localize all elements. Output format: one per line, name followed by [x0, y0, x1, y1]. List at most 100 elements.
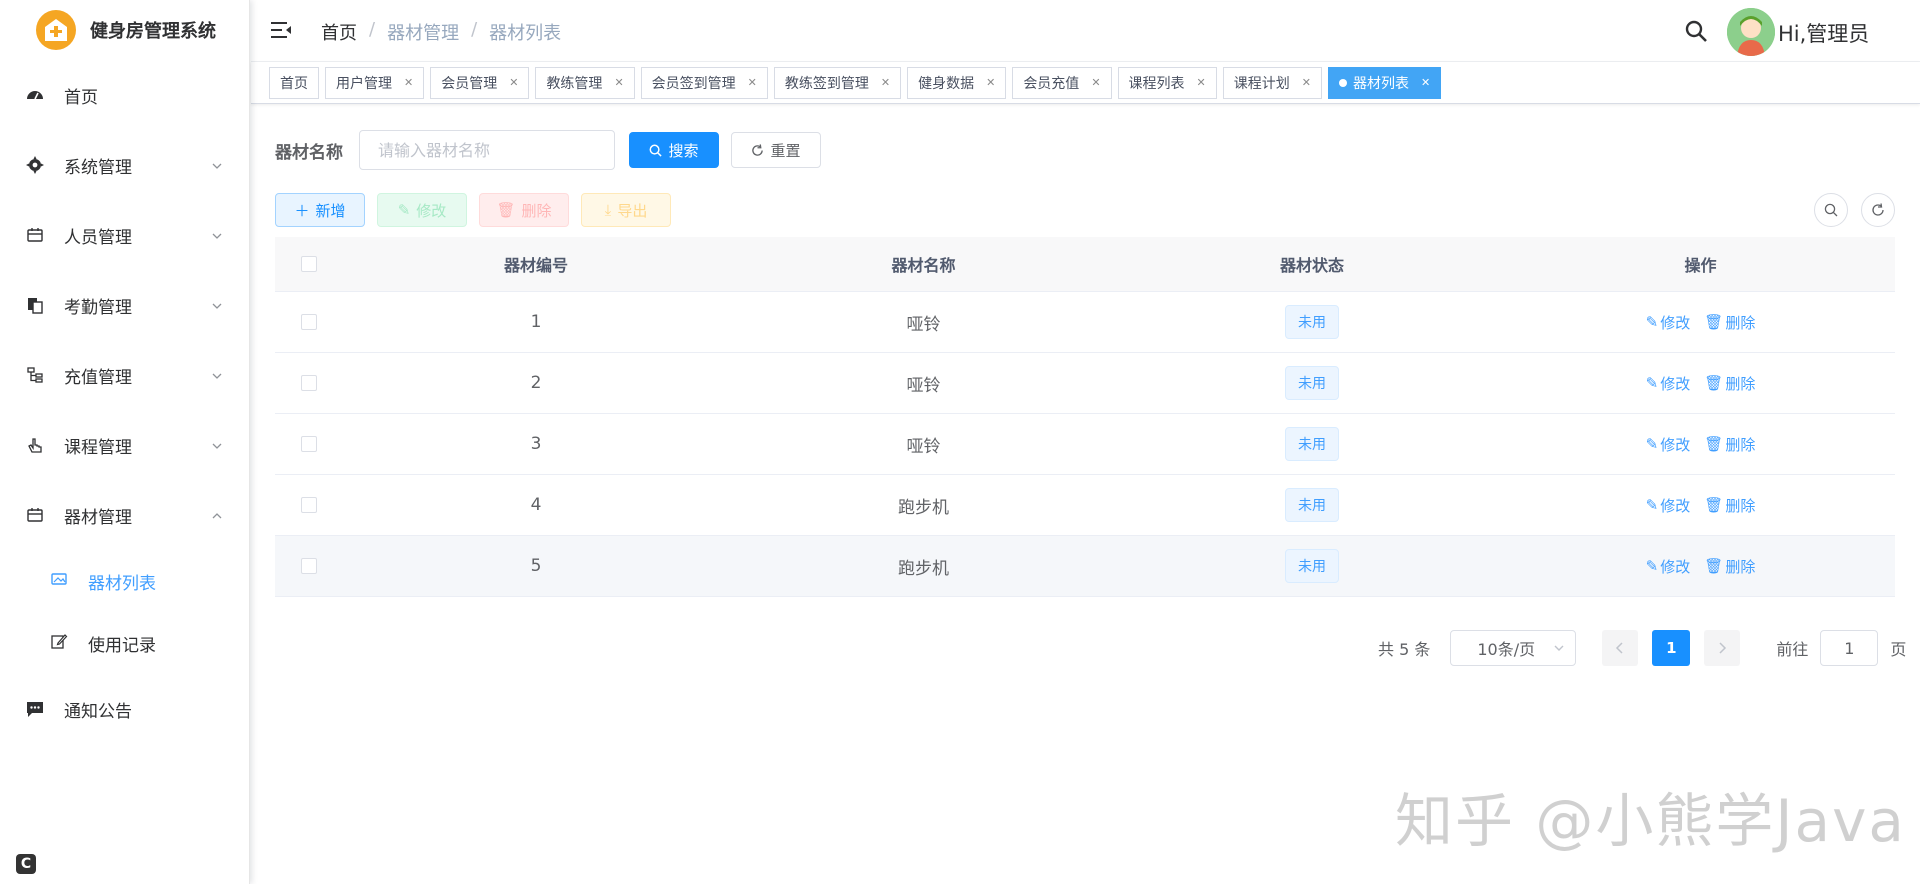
row-edit-button[interactable]: ✎ 修改 — [1646, 434, 1691, 455]
row-delete-button[interactable]: 🗑 删除 — [1704, 495, 1755, 516]
row-checkbox[interactable] — [301, 497, 317, 513]
column-header: 器材编号 — [503, 256, 568, 275]
watermark: 知乎 @小熊学Java — [1395, 787, 1906, 855]
page-number[interactable]: 1 — [1652, 630, 1691, 666]
select-all-checkbox[interactable] — [301, 256, 317, 272]
row-edit-button[interactable]: ✎ 修改 — [1646, 373, 1691, 394]
refresh-icon — [1872, 203, 1884, 216]
refresh-button[interactable] — [1861, 193, 1895, 227]
goto-page-input[interactable] — [1820, 630, 1879, 666]
tag-label: 会员签到管理 — [651, 75, 736, 92]
sidebar-item-label: 系统管理 — [64, 157, 132, 178]
row-edit-button[interactable]: ✎ 修改 — [1646, 556, 1691, 577]
tab-tag[interactable]: 会员管理 ✕ — [430, 66, 530, 99]
table-body: 1 哑铃 未用 ✎ 修改 🗑 删除 2 哑铃 未用 ✎ 修改 🗑 删除 3 哑铃 未用 ✎ 修改 🗑 删除 4 跑步机 未用 ✎… — [275, 292, 1895, 597]
tab-tag[interactable]: 教练签到管理 ✕ — [773, 66, 902, 99]
sidebar-item[interactable]: 充值管理 — [0, 340, 249, 410]
row-delete-button[interactable]: 🗑 删除 — [1704, 373, 1755, 394]
menu-toggle-icon[interactable] — [271, 20, 293, 44]
message-icon — [26, 700, 44, 718]
row-delete-button[interactable]: 🗑 删除 — [1704, 434, 1755, 455]
row-edit-button[interactable]: ✎ 修改 — [1646, 495, 1691, 516]
sidebar-item[interactable]: 首页 — [0, 60, 249, 130]
reset-button[interactable]: 重置 — [731, 132, 821, 168]
tab-tag[interactable]: 教练管理 ✕ — [535, 66, 635, 99]
row-delete-button[interactable]: 🗑 删除 — [1704, 556, 1755, 577]
close-icon[interactable]: ✕ — [1302, 76, 1311, 89]
breadcrumb-item: 器材列表 — [489, 23, 562, 44]
export-button[interactable]: ⤓ 导出 — [581, 193, 671, 227]
close-icon[interactable]: ✕ — [748, 76, 757, 89]
tab-tag[interactable]: 课程列表 ✕ — [1117, 66, 1217, 99]
trash-icon: 🗑 — [1704, 374, 1724, 392]
tag-label: 用户管理 — [336, 75, 392, 92]
sidebar-item[interactable]: 人员管理 — [0, 200, 249, 270]
search-icon[interactable] — [1684, 19, 1708, 47]
tab-tag[interactable]: 会员充值 ✕ — [1012, 66, 1112, 99]
avatar[interactable] — [1727, 8, 1775, 56]
sidebar-item[interactable]: 器材管理 — [0, 480, 249, 550]
equipment-name-input[interactable] — [359, 130, 615, 170]
equipment-id: 5 — [530, 556, 542, 576]
equipment-id: 4 — [530, 495, 542, 515]
row-delete-button[interactable]: 🗑 删除 — [1704, 312, 1755, 333]
close-icon[interactable]: ✕ — [614, 76, 623, 89]
delete-button[interactable]: 🗑 删除 — [479, 193, 569, 227]
edit-button[interactable]: ✎ 修改 — [377, 193, 467, 227]
logo[interactable]: 健身房管理系统 — [0, 0, 249, 60]
row-checkbox[interactable] — [301, 314, 317, 330]
sidebar-item[interactable]: 器材列表 — [0, 550, 249, 612]
close-icon[interactable]: ✕ — [1421, 76, 1430, 89]
add-button[interactable]: ＋ 新增 — [275, 193, 365, 227]
sidebar-item[interactable]: 通知公告 — [0, 674, 249, 744]
table-row[interactable]: 3 哑铃 未用 ✎ 修改 🗑 删除 — [275, 414, 1895, 475]
tab-tag[interactable]: 首页 — [269, 66, 319, 99]
sidebar-menu: 首页系统管理人员管理 考勤管理 充值管理 课程管理 器材管理 器材列表 使用记录 通知公告 — [0, 60, 249, 744]
search-button[interactable]: 搜索 — [629, 132, 719, 168]
tab-tag[interactable]: 课程计划 ✕ — [1222, 66, 1322, 99]
page-size-select[interactable]: 10条/页 — [1450, 630, 1577, 666]
close-icon[interactable]: ✕ — [986, 76, 995, 89]
sidebar-item[interactable]: 系统管理 — [0, 130, 249, 200]
row-checkbox[interactable] — [301, 436, 317, 452]
tab-tag[interactable]: 健身数据 ✕ — [907, 66, 1007, 99]
chevron-up-icon — [211, 507, 223, 526]
close-icon[interactable]: ✕ — [1091, 76, 1100, 89]
close-icon[interactable]: ✕ — [881, 76, 890, 89]
close-icon[interactable]: ✕ — [509, 76, 518, 89]
tag-label: 器材列表 — [1352, 75, 1409, 92]
prev-page-button[interactable] — [1602, 630, 1639, 666]
tab-tag[interactable]: 会员签到管理 ✕ — [640, 66, 768, 99]
logo-icon — [36, 10, 76, 50]
sidebar-item[interactable]: 考勤管理 — [0, 270, 249, 340]
breadcrumb-separator: / — [471, 19, 478, 40]
breadcrumb-item[interactable]: 首页 — [321, 19, 357, 45]
row-edit-button[interactable]: ✎ 修改 — [1646, 312, 1691, 333]
tab-tag[interactable]: 用户管理 ✕ — [325, 66, 425, 99]
sidebar-item[interactable]: 使用记录 — [0, 612, 249, 674]
tag-label: 会员充值 — [1023, 75, 1080, 92]
tag-label: 教练管理 — [546, 75, 603, 92]
next-page-button[interactable] — [1704, 630, 1741, 666]
chevron-down-icon — [211, 227, 223, 246]
row-checkbox[interactable] — [301, 558, 317, 574]
close-icon[interactable]: ✕ — [404, 76, 413, 89]
tags-view: 首页 用户管理 ✕ 会员管理 ✕ 教练管理 ✕ 会员签到管理 ✕ 教练签到管理 ✕ 健身数据 ✕ 会员充值… — [251, 62, 1920, 104]
row-checkbox[interactable] — [301, 375, 317, 391]
table-row[interactable]: 2 哑铃 未用 ✎ 修改 🗑 删除 — [275, 353, 1895, 414]
tab-tag[interactable]: 器材列表 ✕ — [1327, 66, 1442, 99]
user-greeting[interactable]: Hi,管理员 — [1778, 18, 1869, 48]
table-row[interactable]: 4 跑步机 未用 ✎ 修改 🗑 删除 — [275, 475, 1895, 536]
close-icon[interactable]: ✕ — [1197, 76, 1206, 89]
edit-icon: ✎ — [1645, 313, 1659, 331]
table-row[interactable]: 1 哑铃 未用 ✎ 修改 🗑 删除 — [275, 292, 1895, 353]
sidebar-item[interactable]: 课程管理 — [0, 410, 249, 480]
toggle-search-button[interactable] — [1814, 193, 1848, 227]
hand-icon — [26, 436, 44, 454]
tag-label: 课程列表 — [1128, 75, 1185, 92]
export-button-label: 导出 — [617, 201, 648, 220]
table-row[interactable]: 5 跑步机 未用 ✎ 修改 🗑 删除 — [275, 536, 1895, 597]
page-size-value: 10条/页 — [1477, 640, 1536, 659]
plus-icon: ＋ — [294, 201, 310, 220]
breadcrumb: 首页 / 器材管理 / 器材列表 — [321, 19, 561, 45]
